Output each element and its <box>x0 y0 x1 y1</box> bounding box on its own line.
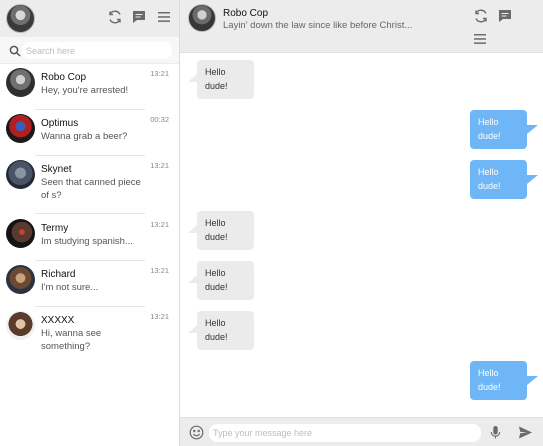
message-bubble-incoming: Hello dude! <box>188 311 254 350</box>
chat-contact-status: Layin' down the law since like before Ch… <box>223 20 413 31</box>
contact-last-message: Im studying spanish... <box>41 236 133 247</box>
contact-last-message: Hey, you're arrested! <box>41 85 129 96</box>
contact-time: 13:21 <box>150 69 169 78</box>
divider <box>35 213 145 214</box>
contact-last-message: I'm not sure... <box>41 282 99 293</box>
contact-name: Optimus <box>41 118 79 129</box>
search-icon <box>9 45 21 57</box>
conversation-pane: Robo Cop Layin' down the law since like … <box>180 0 543 446</box>
contact-name: Richard <box>41 269 76 280</box>
avatar <box>6 114 35 143</box>
refresh-icon[interactable] <box>473 8 489 24</box>
message-bubble-incoming: Hello dude! <box>188 60 254 99</box>
send-icon[interactable] <box>518 425 533 440</box>
avatar <box>6 219 35 248</box>
contact-last-message: Hi, wanna see something? <box>41 328 102 352</box>
chat-contact-name: Robo Cop <box>223 8 269 19</box>
contact-robo-cop[interactable]: Robo Cop Hey, you're arrested! 13:21 <box>0 64 179 110</box>
search-bar <box>0 37 179 64</box>
avatar <box>6 68 35 97</box>
search-input[interactable] <box>22 42 172 59</box>
contacts-sidebar: Robo Cop Hey, you're arrested! 13:21 Opt… <box>0 0 180 446</box>
new-message-icon[interactable] <box>131 9 147 25</box>
contact-time: 13:21 <box>150 312 169 321</box>
contact-richard[interactable]: Richard I'm not sure... 13:21 <box>0 261 179 307</box>
contact-name: Skynet <box>41 164 72 175</box>
contact-avatar[interactable] <box>188 4 216 32</box>
avatar <box>6 311 35 340</box>
message-icon[interactable] <box>497 8 513 24</box>
contact-name: Robo Cop <box>41 72 87 83</box>
contact-termy[interactable]: Termy Im studying spanish... 13:21 <box>0 215 179 261</box>
contact-time: 00:32 <box>150 115 169 124</box>
avatar <box>6 160 35 189</box>
refresh-icon[interactable] <box>107 9 123 25</box>
message-bubble-outgoing: Hello dude! <box>470 160 538 199</box>
contact-xxxxx[interactable]: XXXXX Hi, wanna see something? 13:21 <box>0 307 179 353</box>
message-bubble-outgoing: Hello dude! <box>470 110 538 149</box>
contact-name: XXXXX <box>41 315 75 326</box>
contact-optimus[interactable]: Optimus Wanna grab a beer? 00:32 <box>0 110 179 156</box>
contact-skynet[interactable]: Skynet Seen that canned piece of s? 13:2… <box>0 156 179 214</box>
contact-time: 13:21 <box>150 161 169 170</box>
contact-last-message: Wanna grab a beer? <box>41 131 128 142</box>
contact-time: 13:21 <box>150 220 169 229</box>
emoji-icon[interactable] <box>189 425 204 440</box>
contact-last-message: Seen that canned piece of s? <box>41 177 141 201</box>
menu-icon[interactable] <box>156 9 172 25</box>
compose-bar <box>180 417 543 446</box>
message-bubble-outgoing: Hello dude! <box>470 361 538 400</box>
message-bubble-incoming: Hello dude! <box>188 261 254 300</box>
menu-icon[interactable] <box>472 31 488 47</box>
avatar <box>6 265 35 294</box>
message-input[interactable] <box>209 424 481 442</box>
contact-name: Termy <box>41 223 69 234</box>
message-bubble-incoming: Hello dude! <box>188 211 254 250</box>
microphone-icon[interactable] <box>488 425 503 440</box>
chat-header: Robo Cop Layin' down the law since like … <box>180 0 543 53</box>
contact-time: 13:21 <box>150 266 169 275</box>
sidebar-header <box>0 0 179 37</box>
my-avatar[interactable] <box>6 4 35 33</box>
